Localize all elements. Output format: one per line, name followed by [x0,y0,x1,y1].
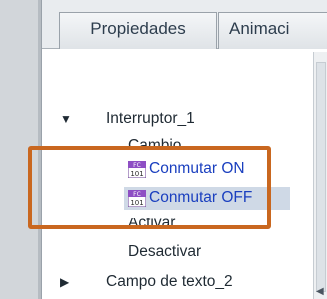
scrollbar-thumb[interactable] [316,62,326,292]
tab-properties[interactable]: Propiedades [59,12,217,49]
vertical-scrollbar[interactable]: ◀ [313,52,327,299]
tree-item-desactivar[interactable]: Desactivar [42,241,312,263]
tree-item-campo-de-texto[interactable]: ▶ Campo de texto_2 [42,271,312,293]
tree-item-label: Campo de texto_2 [106,273,233,290]
tree-item-interruptor[interactable]: ▼ Interruptor_1 [42,108,312,130]
tab-animations[interactable]: Animaci [218,12,327,49]
expand-down-icon[interactable]: ▼ [60,108,72,130]
tree-item-label: Interruptor_1 [106,110,195,127]
expand-right-icon[interactable]: ▶ [60,271,69,293]
tab-strip: Propiedades Animaci [42,0,327,49]
highlight-box [28,146,271,229]
scroll-left-icon[interactable]: ◀ [316,286,324,297]
tree-item-label: Desactivar [128,243,202,260]
